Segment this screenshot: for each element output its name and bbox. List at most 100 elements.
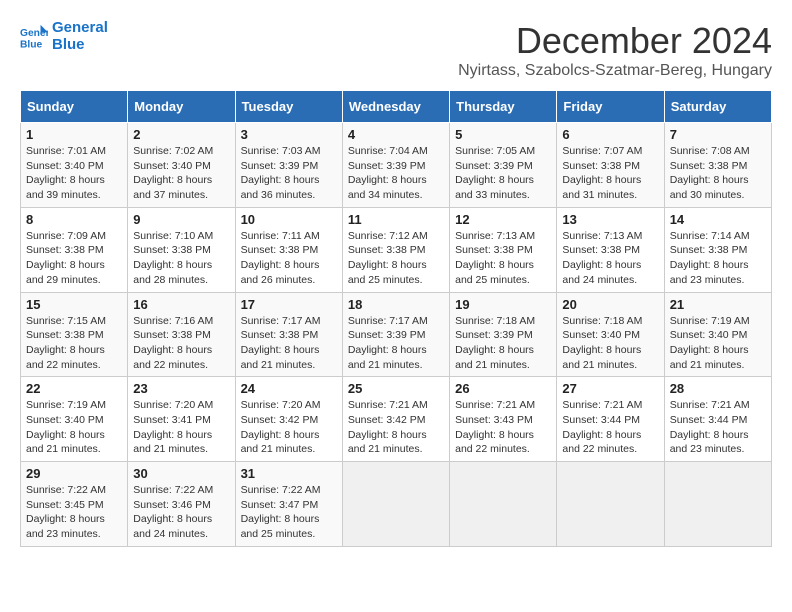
calendar-cell: 23 Sunrise: 7:20 AMSunset: 3:41 PMDaylig…	[128, 377, 235, 462]
header-row: SundayMondayTuesdayWednesdayThursdayFrid…	[21, 91, 772, 123]
day-number: 28	[670, 381, 766, 396]
day-info: Sunrise: 7:13 AMSunset: 3:38 PMDaylight:…	[562, 230, 642, 286]
day-number: 15	[26, 297, 122, 312]
day-number: 6	[562, 127, 658, 142]
logo-icon: General Blue	[20, 23, 48, 51]
day-info: Sunrise: 7:20 AMSunset: 3:42 PMDaylight:…	[241, 399, 321, 455]
header-thursday: Thursday	[450, 91, 557, 123]
day-info: Sunrise: 7:09 AMSunset: 3:38 PMDaylight:…	[26, 230, 106, 286]
month-title: December 2024	[458, 20, 772, 62]
calendar-cell: 28 Sunrise: 7:21 AMSunset: 3:44 PMDaylig…	[664, 377, 771, 462]
day-info: Sunrise: 7:21 AMSunset: 3:44 PMDaylight:…	[562, 399, 642, 455]
day-info: Sunrise: 7:21 AMSunset: 3:43 PMDaylight:…	[455, 399, 535, 455]
header-saturday: Saturday	[664, 91, 771, 123]
day-number: 24	[241, 381, 337, 396]
day-number: 29	[26, 466, 122, 481]
calendar-cell: 9 Sunrise: 7:10 AMSunset: 3:38 PMDayligh…	[128, 207, 235, 292]
logo-text-line2: Blue	[52, 37, 108, 54]
header-friday: Friday	[557, 91, 664, 123]
calendar-cell: 13 Sunrise: 7:13 AMSunset: 3:38 PMDaylig…	[557, 207, 664, 292]
day-number: 21	[670, 297, 766, 312]
day-info: Sunrise: 7:21 AMSunset: 3:42 PMDaylight:…	[348, 399, 428, 455]
calendar-cell: 27 Sunrise: 7:21 AMSunset: 3:44 PMDaylig…	[557, 377, 664, 462]
calendar-cell: 29 Sunrise: 7:22 AMSunset: 3:45 PMDaylig…	[21, 462, 128, 547]
calendar-cell: 4 Sunrise: 7:04 AMSunset: 3:39 PMDayligh…	[342, 123, 449, 208]
svg-text:Blue: Blue	[20, 39, 43, 50]
calendar-header: SundayMondayTuesdayWednesdayThursdayFrid…	[21, 91, 772, 123]
calendar-cell: 18 Sunrise: 7:17 AMSunset: 3:39 PMDaylig…	[342, 292, 449, 377]
calendar-cell: 5 Sunrise: 7:05 AMSunset: 3:39 PMDayligh…	[450, 123, 557, 208]
day-info: Sunrise: 7:21 AMSunset: 3:44 PMDaylight:…	[670, 399, 750, 455]
day-info: Sunrise: 7:04 AMSunset: 3:39 PMDaylight:…	[348, 145, 428, 201]
week-row-4: 29 Sunrise: 7:22 AMSunset: 3:45 PMDaylig…	[21, 462, 772, 547]
day-info: Sunrise: 7:22 AMSunset: 3:47 PMDaylight:…	[241, 484, 321, 540]
day-info: Sunrise: 7:13 AMSunset: 3:38 PMDaylight:…	[455, 230, 535, 286]
day-number: 5	[455, 127, 551, 142]
location: Nyirtass, Szabolcs-Szatmar-Bereg, Hungar…	[458, 62, 772, 80]
header-wednesday: Wednesday	[342, 91, 449, 123]
calendar-cell: 21 Sunrise: 7:19 AMSunset: 3:40 PMDaylig…	[664, 292, 771, 377]
day-info: Sunrise: 7:17 AMSunset: 3:39 PMDaylight:…	[348, 315, 428, 371]
calendar-cell: 24 Sunrise: 7:20 AMSunset: 3:42 PMDaylig…	[235, 377, 342, 462]
calendar-cell: 14 Sunrise: 7:14 AMSunset: 3:38 PMDaylig…	[664, 207, 771, 292]
day-number: 9	[133, 212, 229, 227]
day-number: 3	[241, 127, 337, 142]
calendar-cell: 3 Sunrise: 7:03 AMSunset: 3:39 PMDayligh…	[235, 123, 342, 208]
week-row-1: 8 Sunrise: 7:09 AMSunset: 3:38 PMDayligh…	[21, 207, 772, 292]
day-number: 18	[348, 297, 444, 312]
day-number: 2	[133, 127, 229, 142]
calendar-cell: 17 Sunrise: 7:17 AMSunset: 3:38 PMDaylig…	[235, 292, 342, 377]
day-info: Sunrise: 7:14 AMSunset: 3:38 PMDaylight:…	[670, 230, 750, 286]
day-info: Sunrise: 7:17 AMSunset: 3:38 PMDaylight:…	[241, 315, 321, 371]
calendar-cell: 30 Sunrise: 7:22 AMSunset: 3:46 PMDaylig…	[128, 462, 235, 547]
calendar-cell: 20 Sunrise: 7:18 AMSunset: 3:40 PMDaylig…	[557, 292, 664, 377]
week-row-0: 1 Sunrise: 7:01 AMSunset: 3:40 PMDayligh…	[21, 123, 772, 208]
page-header: General Blue General Blue December 2024 …	[20, 20, 772, 80]
day-info: Sunrise: 7:20 AMSunset: 3:41 PMDaylight:…	[133, 399, 213, 455]
header-sunday: Sunday	[21, 91, 128, 123]
logo-text-line1: General	[52, 20, 108, 37]
title-block: December 2024 Nyirtass, Szabolcs-Szatmar…	[458, 20, 772, 80]
day-number: 16	[133, 297, 229, 312]
calendar-cell: 15 Sunrise: 7:15 AMSunset: 3:38 PMDaylig…	[21, 292, 128, 377]
day-number: 10	[241, 212, 337, 227]
day-number: 25	[348, 381, 444, 396]
day-number: 12	[455, 212, 551, 227]
day-number: 17	[241, 297, 337, 312]
day-info: Sunrise: 7:01 AMSunset: 3:40 PMDaylight:…	[26, 145, 106, 201]
week-row-3: 22 Sunrise: 7:19 AMSunset: 3:40 PMDaylig…	[21, 377, 772, 462]
day-info: Sunrise: 7:15 AMSunset: 3:38 PMDaylight:…	[26, 315, 106, 371]
calendar-cell: 26 Sunrise: 7:21 AMSunset: 3:43 PMDaylig…	[450, 377, 557, 462]
calendar-cell: 8 Sunrise: 7:09 AMSunset: 3:38 PMDayligh…	[21, 207, 128, 292]
logo: General Blue General Blue	[20, 20, 108, 53]
calendar-cell: 22 Sunrise: 7:19 AMSunset: 3:40 PMDaylig…	[21, 377, 128, 462]
day-number: 27	[562, 381, 658, 396]
day-number: 20	[562, 297, 658, 312]
day-info: Sunrise: 7:10 AMSunset: 3:38 PMDaylight:…	[133, 230, 213, 286]
calendar-cell: 11 Sunrise: 7:12 AMSunset: 3:38 PMDaylig…	[342, 207, 449, 292]
day-info: Sunrise: 7:05 AMSunset: 3:39 PMDaylight:…	[455, 145, 535, 201]
day-info: Sunrise: 7:07 AMSunset: 3:38 PMDaylight:…	[562, 145, 642, 201]
calendar-body: 1 Sunrise: 7:01 AMSunset: 3:40 PMDayligh…	[21, 123, 772, 547]
day-number: 30	[133, 466, 229, 481]
day-info: Sunrise: 7:08 AMSunset: 3:38 PMDaylight:…	[670, 145, 750, 201]
day-info: Sunrise: 7:22 AMSunset: 3:45 PMDaylight:…	[26, 484, 106, 540]
calendar-cell: 6 Sunrise: 7:07 AMSunset: 3:38 PMDayligh…	[557, 123, 664, 208]
day-number: 22	[26, 381, 122, 396]
day-number: 23	[133, 381, 229, 396]
calendar-cell	[664, 462, 771, 547]
day-info: Sunrise: 7:12 AMSunset: 3:38 PMDaylight:…	[348, 230, 428, 286]
calendar: SundayMondayTuesdayWednesdayThursdayFrid…	[20, 90, 772, 547]
day-number: 31	[241, 466, 337, 481]
day-info: Sunrise: 7:18 AMSunset: 3:39 PMDaylight:…	[455, 315, 535, 371]
header-tuesday: Tuesday	[235, 91, 342, 123]
calendar-cell: 19 Sunrise: 7:18 AMSunset: 3:39 PMDaylig…	[450, 292, 557, 377]
day-info: Sunrise: 7:03 AMSunset: 3:39 PMDaylight:…	[241, 145, 321, 201]
day-number: 8	[26, 212, 122, 227]
day-number: 14	[670, 212, 766, 227]
calendar-cell	[557, 462, 664, 547]
day-info: Sunrise: 7:18 AMSunset: 3:40 PMDaylight:…	[562, 315, 642, 371]
day-number: 13	[562, 212, 658, 227]
day-number: 26	[455, 381, 551, 396]
day-info: Sunrise: 7:02 AMSunset: 3:40 PMDaylight:…	[133, 145, 213, 201]
